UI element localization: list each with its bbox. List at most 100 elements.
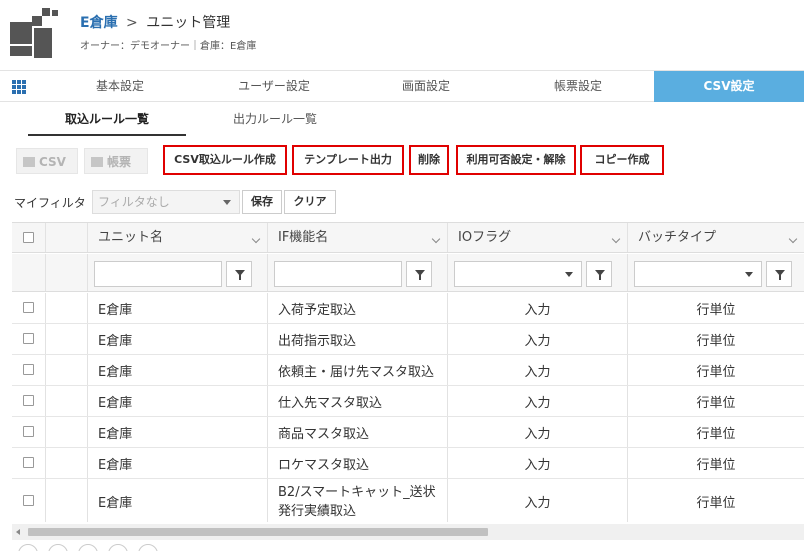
pager-next-button[interactable] [108,544,128,551]
table-row[interactable]: E倉庫 商品マスタ取込 入力 行単位 [12,417,804,448]
row-checkbox[interactable] [23,495,34,506]
cell-io-flag: 入力 [448,324,628,354]
cell-unit: E倉庫 [88,324,268,354]
tab-basic-settings[interactable]: 基本設定 [50,71,190,102]
batch-type-filter-select[interactable] [634,261,762,287]
table-row[interactable]: E倉庫 仕入先マスタ取込 入力 行単位 [12,386,804,417]
pager-first-button[interactable] [18,544,38,551]
cell-if-name: 出荷指示取込 [268,324,448,354]
chevron-down-icon [223,200,231,205]
cell-if-name: 入荷予定取込 [268,293,448,323]
pager-page-button[interactable] [78,544,98,551]
cell-if-name: B2/スマートキャット_送状 発行実績取込 [268,479,448,522]
sub-tabs: 取込ルール一覧 出力ルール一覧 [0,103,804,137]
chevron-down-icon [431,234,441,244]
cell-unit: E倉庫 [88,293,268,323]
cell-if-name: ロケマスタ取込 [268,448,448,478]
create-import-rule-button[interactable]: CSV取込ルール作成 [163,145,287,175]
scrollbar-thumb[interactable] [28,528,488,536]
csv-button[interactable]: CSV [16,148,78,174]
table-row[interactable]: E倉庫 依頼主・届け先マスタ取込 入力 行単位 [12,355,804,386]
tab-screen-settings[interactable]: 画面設定 [356,71,496,102]
cell-unit: E倉庫 [88,448,268,478]
unit-filter-input[interactable] [94,261,222,287]
cell-io-flag: 入力 [448,293,628,323]
page-subtitle: オーナー：デモオーナー｜倉庫：E倉庫 [80,41,257,52]
app-logo [10,8,68,64]
cell-batch-type: 行単位 [696,426,736,442]
subtab-export-rules[interactable]: 出力ルール一覧 [196,103,354,136]
cell-io-flag: 入力 [448,448,628,478]
chevron-left-icon[interactable] [16,529,20,535]
my-filter-row: マイフィルタ フィルタなし 保存 クリア [0,187,804,217]
import-rules-grid: ユニット名 IF機能名 IOフラグ バッチタイプ E倉庫 入荷予定取込 入力 行… [12,222,804,522]
row-checkbox[interactable] [23,364,34,375]
tab-csv-settings[interactable]: CSV設定 [654,71,804,102]
horizontal-scrollbar[interactable] [12,524,804,540]
table-row[interactable]: E倉庫 入荷予定取込 入力 行単位 [12,293,804,324]
unit-management-page: E倉庫 > ユニット管理 オーナー：デモオーナー｜倉庫：E倉庫 基本設定 ユーザ… [0,0,804,551]
filter-clear-button[interactable]: クリア [284,190,336,214]
chevron-down-icon [788,234,798,244]
tab-user-settings[interactable]: ユーザー設定 [204,71,344,102]
printer-icon [91,157,103,167]
print-button[interactable]: 帳票 [84,148,148,174]
cell-unit: E倉庫 [88,355,268,385]
table-row[interactable]: E倉庫 ロケマスタ取込 入力 行単位 [12,448,804,479]
breadcrumb-warehouse-link[interactable]: E倉庫 [80,15,118,31]
cell-io-flag: 入力 [448,417,628,447]
pager-prev-button[interactable] [48,544,68,551]
copy-button[interactable]: コピー作成 [580,145,664,175]
cell-if-name: 依頼主・届け先マスタ取込 [268,355,448,385]
row-checkbox[interactable] [23,426,34,437]
grid-header: ユニット名 IF機能名 IOフラグ バッチタイプ [12,223,804,253]
table-row[interactable]: E倉庫 B2/スマートキャット_送状 発行実績取込 入力 行単位 [12,479,804,522]
page-header: E倉庫 > ユニット管理 オーナー：デモオーナー｜倉庫：E倉庫 [0,0,804,70]
breadcrumb-separator: > [126,15,138,31]
availability-toggle-button[interactable]: 利用可否設定・解除 [456,145,576,175]
cell-batch-type: 行単位 [696,395,736,411]
filter-icon[interactable] [226,261,252,287]
cell-unit: E倉庫 [88,479,268,522]
template-output-button[interactable]: テンプレート出力 [292,145,404,175]
cell-if-name: 商品マスタ取込 [268,417,448,447]
cell-batch-type: 行単位 [696,302,736,318]
delete-button[interactable]: 削除 [409,145,449,175]
cell-unit: E倉庫 [88,417,268,447]
filter-icon[interactable] [766,261,792,287]
cell-batch-type: 行単位 [696,457,736,473]
row-checkbox[interactable] [23,302,34,313]
tab-report-settings[interactable]: 帳票設定 [508,71,648,102]
cell-io-flag: 入力 [448,479,628,522]
select-all-checkbox[interactable] [23,232,34,243]
filter-icon[interactable] [586,261,612,287]
toolbar: CSV 帳票 CSV取込ルール作成 テンプレート出力 削除 利用可否設定・解除 … [0,137,804,185]
table-row[interactable]: E倉庫 出荷指示取込 入力 行単位 [12,324,804,355]
page-title: ユニット管理 [146,15,231,31]
column-header-batch-type[interactable]: バッチタイプ [628,223,804,252]
row-checkbox[interactable] [23,457,34,468]
my-filter-label: マイフィルタ [14,196,86,210]
subtab-import-rules[interactable]: 取込ルール一覧 [28,103,186,136]
csv-icon [23,157,35,167]
if-name-filter-input[interactable] [274,261,402,287]
main-nav: 基本設定 ユーザー設定 画面設定 帳票設定 CSV設定 [0,70,804,102]
my-filter-select[interactable]: フィルタなし [92,190,240,214]
cell-batch-type: 行単位 [696,496,736,511]
grid-filter-row [12,254,804,292]
app-grid-icon[interactable] [12,80,26,94]
cell-if-name: 仕入先マスタ取込 [268,386,448,416]
column-header-if-name[interactable]: IF機能名 [268,223,448,252]
filter-icon[interactable] [406,261,432,287]
cell-unit: E倉庫 [88,386,268,416]
io-flag-filter-select[interactable] [454,261,582,287]
chevron-down-icon [611,234,621,244]
pager-last-button[interactable] [138,544,158,551]
column-header-unit[interactable]: ユニット名 [88,223,268,252]
column-header-io-flag[interactable]: IOフラグ [448,223,628,252]
row-checkbox[interactable] [23,333,34,344]
cell-batch-type: 行単位 [696,333,736,349]
breadcrumb: E倉庫 > ユニット管理 [80,12,230,32]
filter-save-button[interactable]: 保存 [242,190,282,214]
row-checkbox[interactable] [23,395,34,406]
